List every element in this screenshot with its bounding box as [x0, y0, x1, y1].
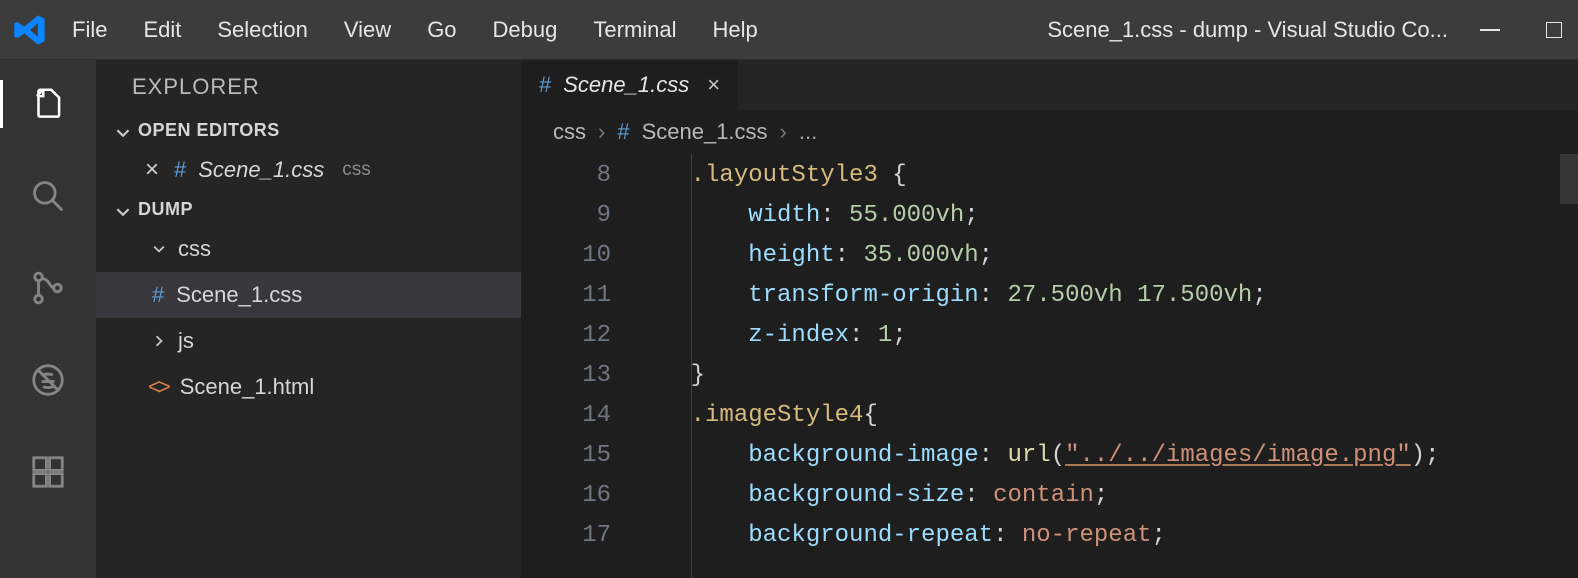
css-file-icon: # [617, 119, 629, 145]
file-scene1-html[interactable]: <> Scene_1.html [96, 364, 521, 410]
file-name: Scene_1.html [180, 374, 315, 400]
css-file-icon: # [174, 157, 186, 183]
folder-css[interactable]: css [96, 226, 521, 272]
chevron-right-icon: › [780, 119, 787, 145]
title-bar: File Edit Selection View Go Debug Terminal Help… [0, 0, 1578, 60]
open-editors-header[interactable]: OPEN EDITORS [96, 114, 521, 147]
tab-label: Scene_1.css [563, 72, 689, 98]
window-controls [1476, 16, 1568, 44]
open-editors-label: OPEN EDITORS [138, 120, 280, 141]
vscode-logo-icon [12, 12, 48, 48]
code-lines[interactable]: .layoutStyle3 { width: 55.000vh; height:… [633, 154, 1578, 578]
tab-scene1-css[interactable]: # Scene_1.css × [521, 60, 739, 110]
activity-search-icon[interactable] [24, 172, 72, 220]
menu-go[interactable]: Go [427, 17, 456, 43]
chevron-right-icon: › [598, 119, 605, 145]
menu-debug[interactable]: Debug [493, 17, 558, 43]
activity-bar [0, 60, 96, 578]
folder-name: js [178, 328, 194, 354]
menu-view[interactable]: View [344, 17, 391, 43]
open-editor-folder: css [342, 159, 371, 181]
menu-selection[interactable]: Selection [217, 17, 308, 43]
window-title: Scene_1.css - dump - Visual Studio Co... [1047, 17, 1448, 43]
code-line[interactable]: z-index: 1; [633, 316, 1578, 356]
close-icon[interactable]: × [707, 72, 720, 98]
menu-file[interactable]: File [72, 17, 107, 43]
chevron-down-icon [116, 203, 130, 217]
folder-name: css [178, 236, 211, 262]
activity-explorer-icon[interactable] [24, 80, 72, 128]
menu-bar: File Edit Selection View Go Debug Terminal Help [72, 17, 758, 43]
html-file-icon: <> [148, 374, 168, 400]
code-line[interactable]: .imageStyle4{ [633, 396, 1578, 436]
editor-tabs: # Scene_1.css × [521, 60, 1578, 110]
editor-area: # Scene_1.css × css › # Scene_1.css › ..… [521, 60, 1578, 578]
close-icon[interactable]: × [142, 156, 162, 184]
breadcrumb[interactable]: css › # Scene_1.css › ... [521, 110, 1578, 154]
file-name: Scene_1.css [176, 282, 302, 308]
menu-edit[interactable]: Edit [143, 17, 181, 43]
code-line[interactable]: transform-origin: 27.500vh 17.500vh; [633, 276, 1578, 316]
code-line[interactable]: width: 55.000vh; [633, 196, 1578, 236]
code-line[interactable]: } [633, 356, 1578, 396]
css-file-icon: # [152, 282, 164, 308]
explorer-sidebar: EXPLORER OPEN EDITORS × # Scene_1.css cs… [96, 60, 521, 578]
chevron-right-icon [152, 335, 166, 347]
sidebar-title: EXPLORER [96, 60, 521, 114]
breadcrumb-file[interactable]: Scene_1.css [642, 119, 768, 145]
open-editor-item[interactable]: × # Scene_1.css css [96, 147, 521, 193]
chevron-down-icon [116, 124, 130, 138]
breadcrumb-folder[interactable]: css [553, 119, 586, 145]
open-editor-name: Scene_1.css [198, 157, 324, 183]
code-line[interactable]: background-image: url("../../images/imag… [633, 436, 1578, 476]
folder-js[interactable]: js [96, 318, 521, 364]
code-line[interactable]: .layoutStyle3 { [633, 156, 1578, 196]
code-line[interactable]: height: 35.000vh; [633, 236, 1578, 276]
menu-help[interactable]: Help [713, 17, 758, 43]
workspace-label: DUMP [138, 199, 193, 220]
scrollbar-thumb[interactable] [1560, 154, 1578, 204]
activity-extensions-icon[interactable] [24, 448, 72, 496]
file-scene1-css[interactable]: # Scene_1.css [96, 272, 521, 318]
chevron-down-icon [152, 243, 166, 255]
code-editor[interactable]: 891011121314151617 .layoutStyle3 { width… [521, 154, 1578, 578]
breadcrumb-trail[interactable]: ... [799, 119, 817, 145]
code-line[interactable]: background-size: contain; [633, 476, 1578, 516]
workspace-header[interactable]: DUMP [96, 193, 521, 226]
activity-debug-icon[interactable] [24, 356, 72, 404]
activity-scm-icon[interactable] [24, 264, 72, 312]
window-maximize-button[interactable] [1540, 16, 1568, 44]
line-number-gutter: 891011121314151617 [521, 154, 633, 578]
code-line[interactable]: background-repeat: no-repeat; [633, 516, 1578, 556]
menu-terminal[interactable]: Terminal [593, 17, 676, 43]
window-minimize-button[interactable] [1476, 16, 1504, 44]
css-file-icon: # [539, 72, 551, 98]
